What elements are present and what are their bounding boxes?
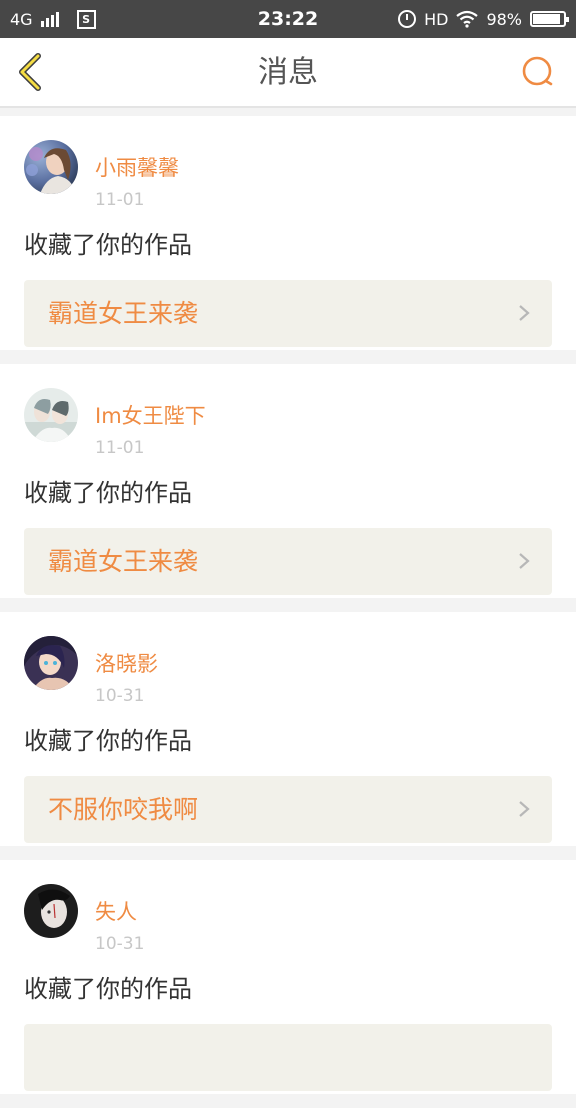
work-link[interactable]: 霸道女王来袭 — [24, 528, 552, 595]
avatar[interactable] — [24, 884, 78, 938]
work-title: 霸道女王来袭 — [48, 547, 199, 576]
action-text: 收藏了你的作品 — [24, 479, 192, 507]
work-title: 霸道女王来袭 — [48, 299, 199, 328]
message-date: 11-01 — [95, 190, 145, 210]
signal-icon — [40, 11, 59, 27]
status-left: 4G S — [10, 0, 96, 38]
work-link[interactable] — [24, 1024, 552, 1091]
avatar[interactable] — [24, 636, 78, 690]
network-label: 4G — [10, 9, 33, 29]
message-card: 洛晓影 10-31 收藏了你的作品 不服你咬我啊 — [0, 612, 576, 846]
chevron-right-icon — [519, 801, 530, 817]
chevron-right-icon — [519, 305, 530, 321]
hd-label: HD — [424, 9, 449, 29]
username[interactable]: 失人 — [95, 900, 137, 924]
message-date: 10-31 — [95, 686, 145, 706]
username[interactable]: 洛晓影 — [95, 652, 158, 676]
message-date: 10-31 — [95, 934, 145, 954]
battery-icon — [530, 11, 569, 27]
work-title: 不服你咬我啊 — [48, 795, 199, 824]
message-date: 11-01 — [95, 438, 145, 458]
search-icon — [522, 56, 553, 86]
avatar[interactable] — [24, 388, 78, 442]
search-button[interactable] — [518, 52, 558, 92]
avatar[interactable] — [24, 140, 78, 194]
message-card: 小雨馨馨 11-01 收藏了你的作品 霸道女王来袭 — [0, 116, 576, 350]
battery-percent: 98% — [486, 9, 522, 29]
app-header: 消息 — [0, 38, 576, 108]
s-app-icon: S — [76, 9, 96, 29]
work-link[interactable]: 不服你咬我啊 — [24, 776, 552, 843]
action-text: 收藏了你的作品 — [24, 727, 192, 755]
message-card: 失人 10-31 收藏了你的作品 — [0, 860, 576, 1094]
message-list: 小雨馨馨 11-01 收藏了你的作品 霸道女王来袭 Im女王陛下 11-01 收… — [0, 116, 576, 1108]
work-link[interactable]: 霸道女王来袭 — [24, 280, 552, 347]
back-button[interactable] — [10, 46, 54, 98]
username[interactable]: 小雨馨馨 — [95, 156, 179, 180]
action-text: 收藏了你的作品 — [24, 975, 192, 1003]
page-title: 消息 — [258, 55, 318, 90]
chevron-right-icon — [519, 553, 530, 569]
status-right: HD 98% — [398, 0, 569, 38]
message-card: Im女王陛下 11-01 收藏了你的作品 霸道女王来袭 — [0, 364, 576, 598]
alarm-icon — [398, 10, 417, 28]
wifi-icon — [456, 10, 479, 28]
status-bar: 4G S 23:22 HD 98% — [0, 0, 576, 38]
username[interactable]: Im女王陛下 — [95, 404, 206, 428]
chevron-left-icon — [19, 53, 41, 91]
action-text: 收藏了你的作品 — [24, 231, 192, 259]
